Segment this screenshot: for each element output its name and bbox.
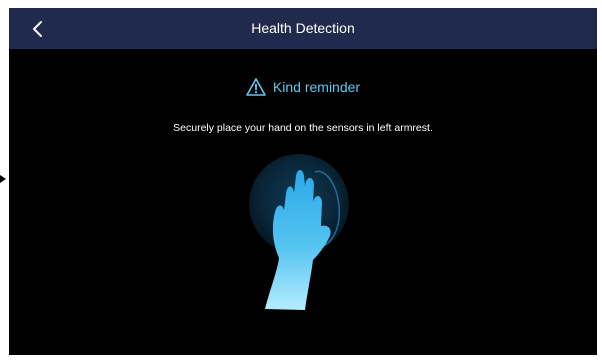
instruction-text: Securely place your hand on the sensors … bbox=[173, 122, 433, 134]
hand-on-sensor-icon bbox=[249, 154, 349, 310]
page-title: Health Detection bbox=[251, 20, 355, 36]
health-detection-screen: Health Detection Kind reminder Securely … bbox=[9, 8, 597, 355]
reminder-label: Kind reminder bbox=[272, 79, 361, 95]
left-edge-arrow-icon bbox=[0, 175, 6, 183]
header-bar: Health Detection bbox=[9, 8, 597, 49]
warning-triangle-icon bbox=[246, 78, 266, 96]
kind-reminder: Kind reminder bbox=[9, 76, 597, 98]
